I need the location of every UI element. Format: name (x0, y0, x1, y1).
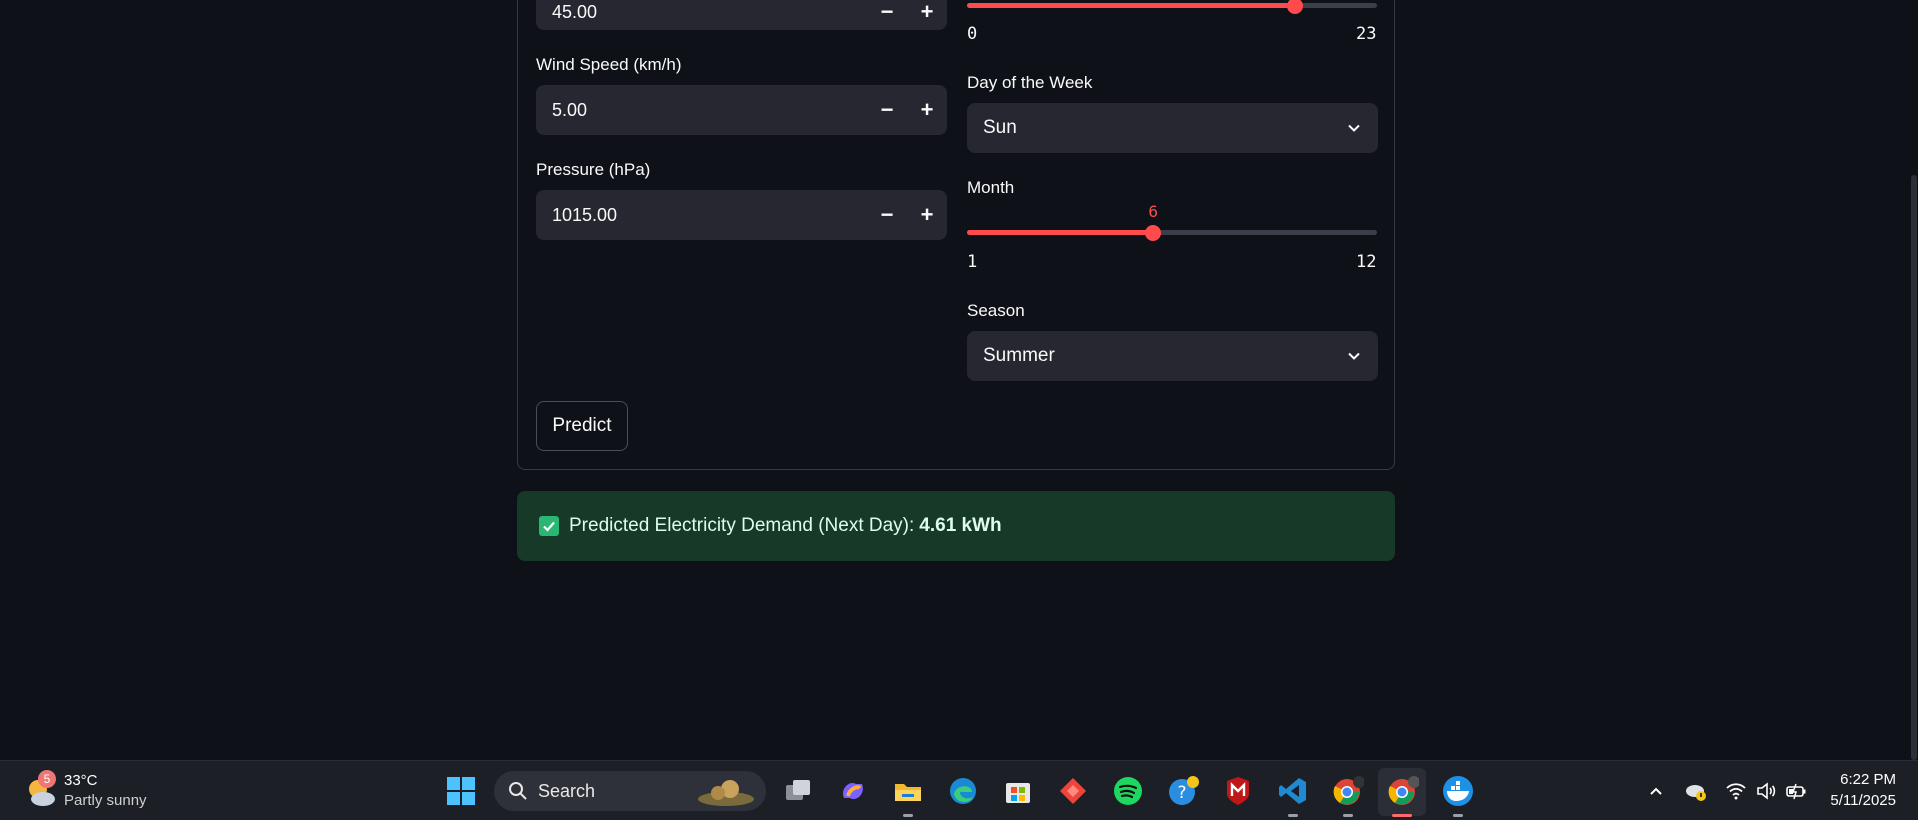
pressure-input[interactable]: 1015.00 − + (536, 190, 947, 240)
chevron-down-icon (1348, 124, 1360, 132)
taskbar-search-box[interactable]: Search (494, 771, 766, 811)
weather-badge: 5 (38, 770, 56, 788)
month-slider-min: 1 (967, 252, 978, 272)
windows-taskbar: 5 33°C Partly sunny Search ? 6:22 PM 5/1… (0, 760, 1918, 820)
onedrive-warning-icon[interactable] (1684, 779, 1708, 803)
chrome-profile-1-icon[interactable] (1331, 774, 1365, 808)
hour-slider-max: 23 (1356, 24, 1377, 44)
scrollbar-thumb[interactable] (1911, 175, 1917, 760)
month-slider-fill (967, 230, 1154, 235)
task-view-icon[interactable] (781, 774, 815, 808)
clock-time[interactable]: 6:22 PM (1840, 771, 1896, 788)
get-help-icon[interactable]: ? (1166, 774, 1200, 808)
result-text: Predicted Electricity Demand (Next Day): (569, 515, 915, 536)
pressure-decrement-button[interactable]: − (867, 190, 907, 240)
humidity-input[interactable]: 45.00 − + (536, 0, 947, 30)
clock-date[interactable]: 5/11/2025 (1830, 792, 1896, 809)
season-select[interactable]: Summer (967, 331, 1378, 381)
wind-speed-increment-button[interactable]: + (907, 85, 947, 135)
wind-speed-decrement-button[interactable]: − (867, 85, 907, 135)
chrome-active-indicator (1392, 814, 1412, 817)
svg-text:?: ? (1177, 783, 1186, 803)
wind-speed-label: Wind Speed (km/h) (536, 55, 682, 74)
pressure-value[interactable]: 1015.00 (536, 205, 867, 226)
show-hidden-icons-chevron-up-icon[interactable] (1644, 779, 1668, 803)
windows-start-icon[interactable] (444, 774, 478, 808)
spotify-icon[interactable] (1111, 774, 1145, 808)
chrome-profile-1-running-indicator (1343, 814, 1353, 817)
day-of-week-select[interactable]: Sun (967, 103, 1378, 153)
hour-slider-min: 0 (967, 24, 978, 44)
check-icon (539, 516, 559, 536)
month-label: Month (967, 178, 1015, 197)
predict-button[interactable]: Predict (536, 401, 628, 451)
weather-temperature[interactable]: 33°C (64, 772, 98, 789)
humidity-value[interactable]: 45.00 (536, 0, 867, 23)
chevron-down-icon (1348, 352, 1360, 360)
anydesk-icon[interactable] (1056, 774, 1090, 808)
season-value: Summer (983, 345, 1055, 366)
wifi-icon[interactable] (1724, 779, 1748, 803)
search-icon (509, 782, 527, 800)
wind-speed-input[interactable]: 5.00 − + (536, 85, 947, 135)
volume-icon[interactable] (1754, 779, 1778, 803)
wind-speed-value[interactable]: 5.00 (536, 100, 867, 121)
copilot-icon[interactable] (836, 774, 870, 808)
humidity-decrement-button[interactable]: − (867, 0, 907, 37)
humidity-increment-button[interactable]: + (907, 0, 947, 37)
prediction-result-alert: Predicted Electricity Demand (Next Day):… (517, 491, 1395, 561)
file-explorer-icon[interactable] (891, 774, 925, 808)
vscode-icon[interactable] (1276, 774, 1310, 808)
vscode-running-indicator (1288, 814, 1298, 817)
pressure-label: Pressure (hPa) (536, 160, 651, 179)
month-slider-max: 12 (1356, 252, 1377, 272)
docker-running-indicator (1453, 814, 1463, 817)
microsoft-store-icon[interactable] (1001, 774, 1035, 808)
month-slider-value: 6 (1148, 202, 1158, 221)
pressure-increment-button[interactable]: + (907, 190, 947, 240)
file-explorer-running-indicator (903, 814, 913, 817)
mcafee-icon[interactable] (1221, 774, 1255, 808)
edge-browser-icon[interactable] (946, 774, 980, 808)
battery-charging-icon[interactable] (1784, 779, 1808, 803)
search-placeholder: Search (538, 780, 596, 801)
docker-icon[interactable] (1441, 774, 1475, 808)
hour-slider-fill (967, 3, 1295, 8)
search-highlight-icon (698, 780, 754, 806)
weather-description[interactable]: Partly sunny (64, 792, 147, 809)
day-of-week-value: Sun (983, 117, 1017, 138)
result-value: 4.61 kWh (919, 515, 1002, 536)
season-label: Season (967, 301, 1025, 320)
day-of-week-label: Day of the Week (967, 73, 1093, 92)
chrome-profile-2-icon[interactable] (1386, 774, 1420, 808)
